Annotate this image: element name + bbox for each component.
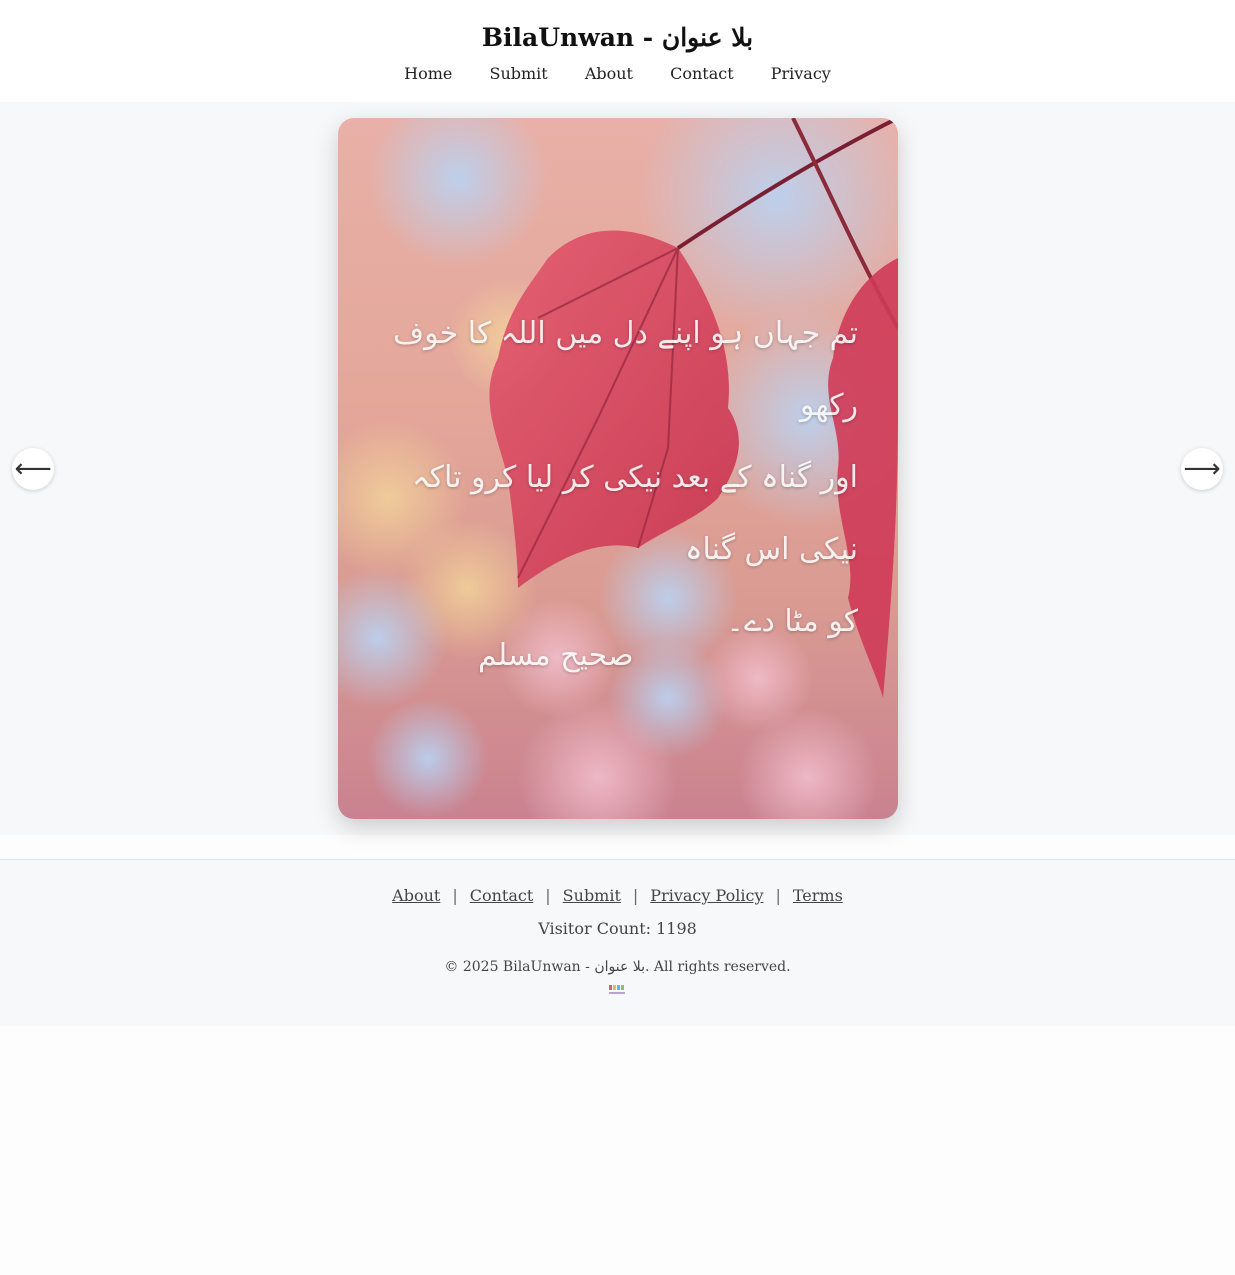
- nav-contact-link[interactable]: Contact: [670, 64, 734, 83]
- footer-privacy-policy-link[interactable]: Privacy Policy: [650, 886, 763, 905]
- visitor-count: Visitor Count: 1198: [538, 919, 697, 938]
- footer-contact-link[interactable]: Contact: [470, 886, 534, 905]
- copyright-text: © 2025 BilaUnwan - بلا عنوان. All rights…: [444, 959, 791, 975]
- site-footer: About | Contact | Submit | Privacy Policy | Term…: [0, 859, 1235, 1026]
- footer-separator: |: [775, 886, 781, 905]
- nav-submit-link[interactable]: Submit: [489, 64, 547, 83]
- footer-submit-link[interactable]: Submit: [563, 886, 621, 905]
- main-nav: Home Submit About Contact Privacy: [0, 62, 1235, 86]
- previous-arrow-button[interactable]: ⟵: [12, 448, 54, 490]
- footer-logo-icon: [609, 985, 625, 994]
- footer-about-link[interactable]: About: [392, 886, 440, 905]
- quote-line: تم جہاں ہو اپنے دل میں اللہ کا خوف رکھو: [393, 316, 858, 423]
- image-viewer: ⟵ تم جہاں ہو اپنے دل میں اللہ کا خوف رکھ…: [0, 102, 1235, 835]
- next-arrow-button[interactable]: ⟶: [1181, 448, 1223, 490]
- footer-separator: |: [632, 886, 639, 905]
- footer-separator: |: [452, 886, 458, 905]
- quote-text: تم جہاں ہو اپنے دل میں اللہ کا خوف رکھو …: [378, 298, 858, 658]
- quote-source: صحیح مسلم: [478, 638, 634, 673]
- nav-home-link[interactable]: Home: [404, 64, 452, 83]
- nav-privacy-link[interactable]: Privacy: [771, 64, 831, 83]
- footer-separator: |: [545, 886, 551, 905]
- quote-image-card: تم جہاں ہو اپنے دل میں اللہ کا خوف رکھو …: [338, 118, 898, 819]
- nav-about-link[interactable]: About: [585, 64, 633, 83]
- site-title[interactable]: BilaUnwan - بلا عنوان: [0, 20, 1235, 56]
- footer-links: About | Contact | Submit | Privacy Policy | Term…: [0, 884, 1235, 908]
- site-header: BilaUnwan - بلا عنوان Home Submit About …: [0, 0, 1235, 102]
- quote-line: اور گناہ کے بعد نیکی کر لیا کرو تاکہ نیک…: [412, 460, 858, 567]
- footer-terms-link[interactable]: Terms: [793, 886, 843, 905]
